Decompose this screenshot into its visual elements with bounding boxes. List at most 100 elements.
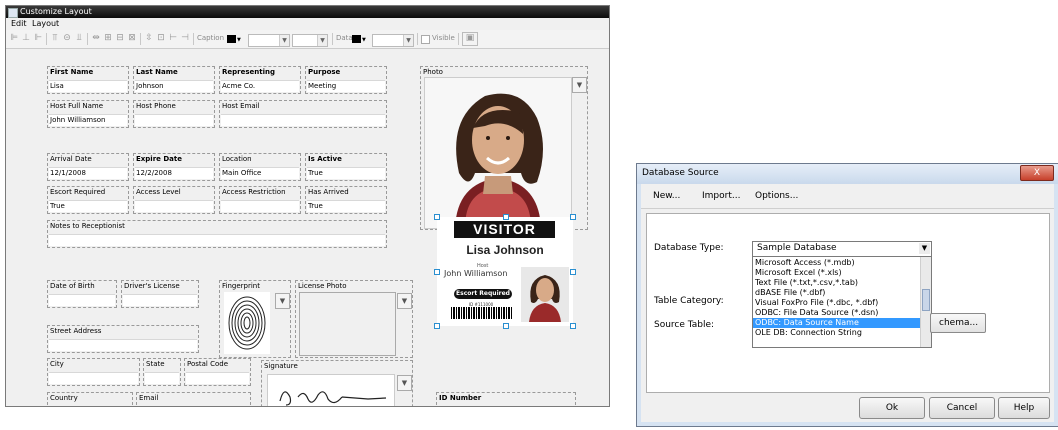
location-field[interactable]: Location Main Office: [219, 153, 301, 181]
license-photo-dropdown-button[interactable]: ▼: [397, 293, 412, 309]
toolbar-divider: [46, 33, 47, 45]
city-field[interactable]: City: [47, 358, 140, 386]
menu-new[interactable]: New...: [653, 191, 680, 201]
visible-checkbox[interactable]: [421, 35, 430, 44]
caption-size-combo[interactable]: ▼: [292, 34, 328, 47]
align-right-icon[interactable]: ⊩: [33, 33, 43, 44]
ok-button[interactable]: Ok: [859, 397, 925, 419]
align-center-icon[interactable]: ⊥: [21, 33, 31, 44]
expire-date-field[interactable]: Expire Date 12/2/2008: [133, 153, 215, 181]
align-top-icon[interactable]: ⫪: [50, 33, 60, 44]
dropdown-option[interactable]: OLE DB: Connection String: [753, 328, 921, 338]
notes-to-receptionist-field[interactable]: Notes to Receptionist: [47, 220, 387, 248]
is-active-field[interactable]: Is Active True: [305, 153, 387, 181]
data-font-combo[interactable]: ▼: [372, 34, 414, 47]
street-address-field[interactable]: Street Address: [47, 325, 199, 353]
space-vertical-icon[interactable]: ⇳: [144, 33, 154, 44]
host-phone-field[interactable]: Host Phone: [133, 100, 215, 128]
chevron-down-icon[interactable]: ▼: [317, 35, 327, 46]
schema-button[interactable]: chema...: [930, 313, 986, 333]
caption-color-swatch[interactable]: [227, 35, 236, 43]
table-category-label: Table Category:: [654, 296, 724, 306]
database-type-dropdown-list[interactable]: Microsoft Access (*.mdb) Microsoft Excel…: [752, 256, 932, 348]
country-field[interactable]: Country: [47, 392, 133, 406]
database-type-select[interactable]: Sample Database ▼: [752, 241, 932, 257]
same-width-icon[interactable]: ⊟: [115, 33, 125, 44]
resize-handle[interactable]: [503, 214, 509, 220]
drivers-license-field[interactable]: Driver's License: [121, 280, 199, 308]
dropdown-option[interactable]: Microsoft Access (*.mdb): [753, 258, 921, 268]
data-color-swatch[interactable]: [352, 35, 361, 43]
signature-dropdown-button[interactable]: ▼: [397, 375, 412, 391]
field-value: True: [308, 169, 323, 177]
caption-font-combo[interactable]: ▼: [248, 34, 290, 47]
toolbar: ⊫ ⊥ ⊩ ⫪ ⊝ ⫫ ⇹ ⊞ ⊟ ⊠ ⇳ ⊡ ⊢ ⊣ Caption ▼ ▼ …: [6, 30, 609, 49]
field-label: State: [146, 360, 165, 368]
escort-required-field[interactable]: Escort Required True: [47, 186, 129, 214]
photo-dropdown-button[interactable]: ▼: [572, 77, 587, 93]
resize-handle[interactable]: [434, 323, 440, 329]
dropdown-option[interactable]: Text File (*.txt,*.csv,*.tab): [753, 278, 921, 288]
date-of-birth-field[interactable]: Date of Birth: [47, 280, 117, 308]
dropdown-option[interactable]: ODBC: File Data Source (*.dsn): [753, 308, 921, 318]
chevron-down-icon[interactable]: ▼: [403, 35, 413, 46]
access-level-field[interactable]: Access Level: [133, 186, 215, 214]
order-icon[interactable]: ⊣: [180, 33, 190, 44]
dropdown-option[interactable]: Microsoft Excel (*.xls): [753, 268, 921, 278]
access-restriction-field[interactable]: Access Restriction: [219, 186, 301, 214]
fingerprint-dropdown-button[interactable]: ▼: [275, 293, 290, 309]
representing-field[interactable]: Representing Acme Co.: [219, 66, 301, 94]
last-name-field[interactable]: Last Name Johnson: [133, 66, 215, 94]
space-equal-icon[interactable]: ⊞: [103, 33, 113, 44]
resize-handle[interactable]: [570, 214, 576, 220]
resize-handle[interactable]: [570, 269, 576, 275]
field-value: 12/2/2008: [136, 169, 172, 177]
arrival-date-field[interactable]: Arrival Date 12/1/2008: [47, 153, 129, 181]
dropdown-option-selected[interactable]: ODBC: Data Source Name: [753, 318, 921, 328]
resize-handle[interactable]: [434, 269, 440, 275]
purpose-field[interactable]: Purpose Meeting: [305, 66, 387, 94]
align-bottom-icon[interactable]: ⫫: [74, 33, 84, 44]
grid-icon[interactable]: ⊡: [156, 33, 166, 44]
scrollbar-thumb[interactable]: [922, 289, 930, 311]
cancel-button[interactable]: Cancel: [929, 397, 995, 419]
align-left-icon[interactable]: ⊫: [9, 33, 19, 44]
space-horizontal-icon[interactable]: ⇹: [91, 33, 101, 44]
align-middle-icon[interactable]: ⊝: [62, 33, 72, 44]
has-arrived-field[interactable]: Has Arrived True: [305, 186, 387, 214]
field-label: Is Active: [308, 155, 342, 163]
host-full-name-field[interactable]: Host Full Name John Williamson: [47, 100, 129, 128]
photo-field[interactable]: Photo ▼: [420, 66, 588, 230]
menu-options[interactable]: Options...: [755, 191, 798, 201]
help-button[interactable]: Help: [998, 397, 1050, 419]
snap-icon[interactable]: ⊢: [168, 33, 178, 44]
dropdown-option[interactable]: Visual FoxPro File (*.dbc, *.dbf): [753, 298, 921, 308]
resize-handle[interactable]: [570, 323, 576, 329]
field-value: Lisa: [50, 82, 64, 90]
chevron-down-icon[interactable]: ▼: [362, 37, 366, 43]
chevron-down-icon[interactable]: ▼: [237, 37, 241, 43]
state-field[interactable]: State: [143, 358, 181, 386]
dropdown-scrollbar[interactable]: [920, 257, 931, 347]
resize-handle[interactable]: [434, 214, 440, 220]
same-height-icon[interactable]: ⊠: [127, 33, 137, 44]
signature-field[interactable]: Signature ▼: [261, 360, 413, 406]
chevron-down-icon[interactable]: ▼: [919, 243, 930, 254]
dropdown-option[interactable]: dBASE File (*.dbf): [753, 288, 921, 298]
postal-code-field[interactable]: Postal Code: [184, 358, 251, 386]
close-icon[interactable]: X: [1020, 165, 1054, 181]
properties-icon[interactable]: ▣: [462, 32, 478, 46]
id-number-field[interactable]: ID Number 111000: [436, 392, 576, 406]
chevron-down-icon[interactable]: ▼: [279, 35, 289, 46]
first-name-field[interactable]: First Name Lisa: [47, 66, 129, 94]
resize-handle[interactable]: [503, 323, 509, 329]
menu-layout[interactable]: Layout: [32, 19, 59, 29]
menu-import[interactable]: Import...: [702, 191, 740, 201]
menu-edit[interactable]: Edit: [11, 19, 27, 29]
fingerprint-field[interactable]: Fingerprint ▼: [219, 280, 291, 358]
field-label: Host Full Name: [50, 102, 104, 110]
email-field[interactable]: Email: [136, 392, 251, 406]
license-photo-field[interactable]: License Photo ▼: [295, 280, 413, 358]
badge-preview[interactable]: VISITOR Lisa Johnson Host John Williamso…: [434, 214, 576, 329]
host-email-field[interactable]: Host Email: [219, 100, 387, 128]
